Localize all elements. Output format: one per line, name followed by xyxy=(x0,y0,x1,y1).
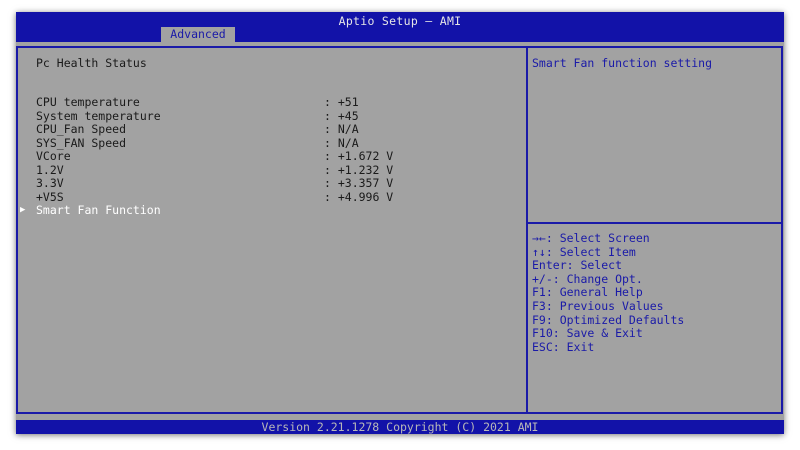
health-row-1-2v: 1.2V : +1.232 V xyxy=(36,162,393,177)
health-row-vcore: VCore : +1.672 V xyxy=(36,149,393,163)
app-title: Aptio Setup – AMI xyxy=(338,14,462,28)
key-hint-esc: ESC: Exit xyxy=(532,339,595,354)
help-pane: Smart Fan function setting →←: Select Sc… xyxy=(526,46,783,414)
tab-advanced[interactable]: Advanced xyxy=(161,27,235,42)
row-value: : N/A xyxy=(324,122,359,136)
row-value: : +4.996 V xyxy=(324,189,394,204)
key-hint-f3: F3: Previous Values xyxy=(532,298,664,313)
row-label: SYS_FAN Speed xyxy=(36,135,127,150)
health-row-system-temperature: System temperature : +45 xyxy=(36,109,359,123)
key-hint-select-screen: →←: Select Screen xyxy=(532,231,650,245)
row-value: : +1.232 V xyxy=(324,162,394,177)
health-row-v5s: +V5S : +4.996 V xyxy=(36,189,393,204)
title-bar: Aptio Setup – AMI Advanced xyxy=(16,12,784,42)
row-value: : +3.357 V xyxy=(324,176,394,190)
health-row-cpu-temperature: CPU temperature : +51 xyxy=(36,96,359,109)
row-label: +V5S xyxy=(36,189,64,204)
row-label: CPU temperature xyxy=(36,95,140,109)
key-hint-f9: F9: Optimized Defaults xyxy=(532,312,685,327)
submenu-label: Smart Fan Function xyxy=(36,203,161,217)
health-row-sys-fan-speed: SYS_FAN Speed : N/A xyxy=(36,136,359,150)
help-divider xyxy=(528,222,781,224)
row-label: 1.2V xyxy=(36,162,64,177)
row-label: System temperature xyxy=(36,108,161,123)
key-hint-f10: F10: Save & Exit xyxy=(532,326,643,341)
main-settings-pane: Pc Health Status CPU temperature : +51 S… xyxy=(16,46,526,414)
row-value: : N/A xyxy=(324,135,359,150)
row-value: : +51 xyxy=(324,95,359,109)
right-triangle-icon: ▶ xyxy=(20,205,26,215)
version-footer: Version 2.21.1278 Copyright (C) 2021 AMI xyxy=(16,420,784,434)
help-description: Smart Fan function setting xyxy=(532,56,713,70)
row-value: : +1.672 V xyxy=(324,149,394,163)
page-title: Pc Health Status xyxy=(36,56,147,70)
row-label: VCore xyxy=(36,149,71,163)
key-hint-enter: Enter: Select xyxy=(532,258,623,273)
submenu-smart-fan-function[interactable]: ▶ Smart Fan Function xyxy=(20,204,161,217)
health-row-cpu-fan-speed: CPU_Fan Speed : N/A xyxy=(36,123,359,136)
row-label: CPU_Fan Speed xyxy=(36,122,127,136)
bios-screen: Aptio Setup – AMI Advanced Pc Health Sta… xyxy=(16,12,784,434)
key-hint-f1: F1: General Help xyxy=(532,285,643,300)
row-value: : +45 xyxy=(324,108,359,123)
row-label: 3.3V xyxy=(36,176,64,190)
key-hint-change-opt: +/-: Change Opt. xyxy=(532,271,643,286)
key-hint-select-item: ↑↓: Select Item xyxy=(532,244,636,259)
key-legend: →←: Select Screen ↑↓: Select Item Enter:… xyxy=(532,231,685,354)
health-row-3-3v: 3.3V : +3.357 V xyxy=(36,176,393,190)
